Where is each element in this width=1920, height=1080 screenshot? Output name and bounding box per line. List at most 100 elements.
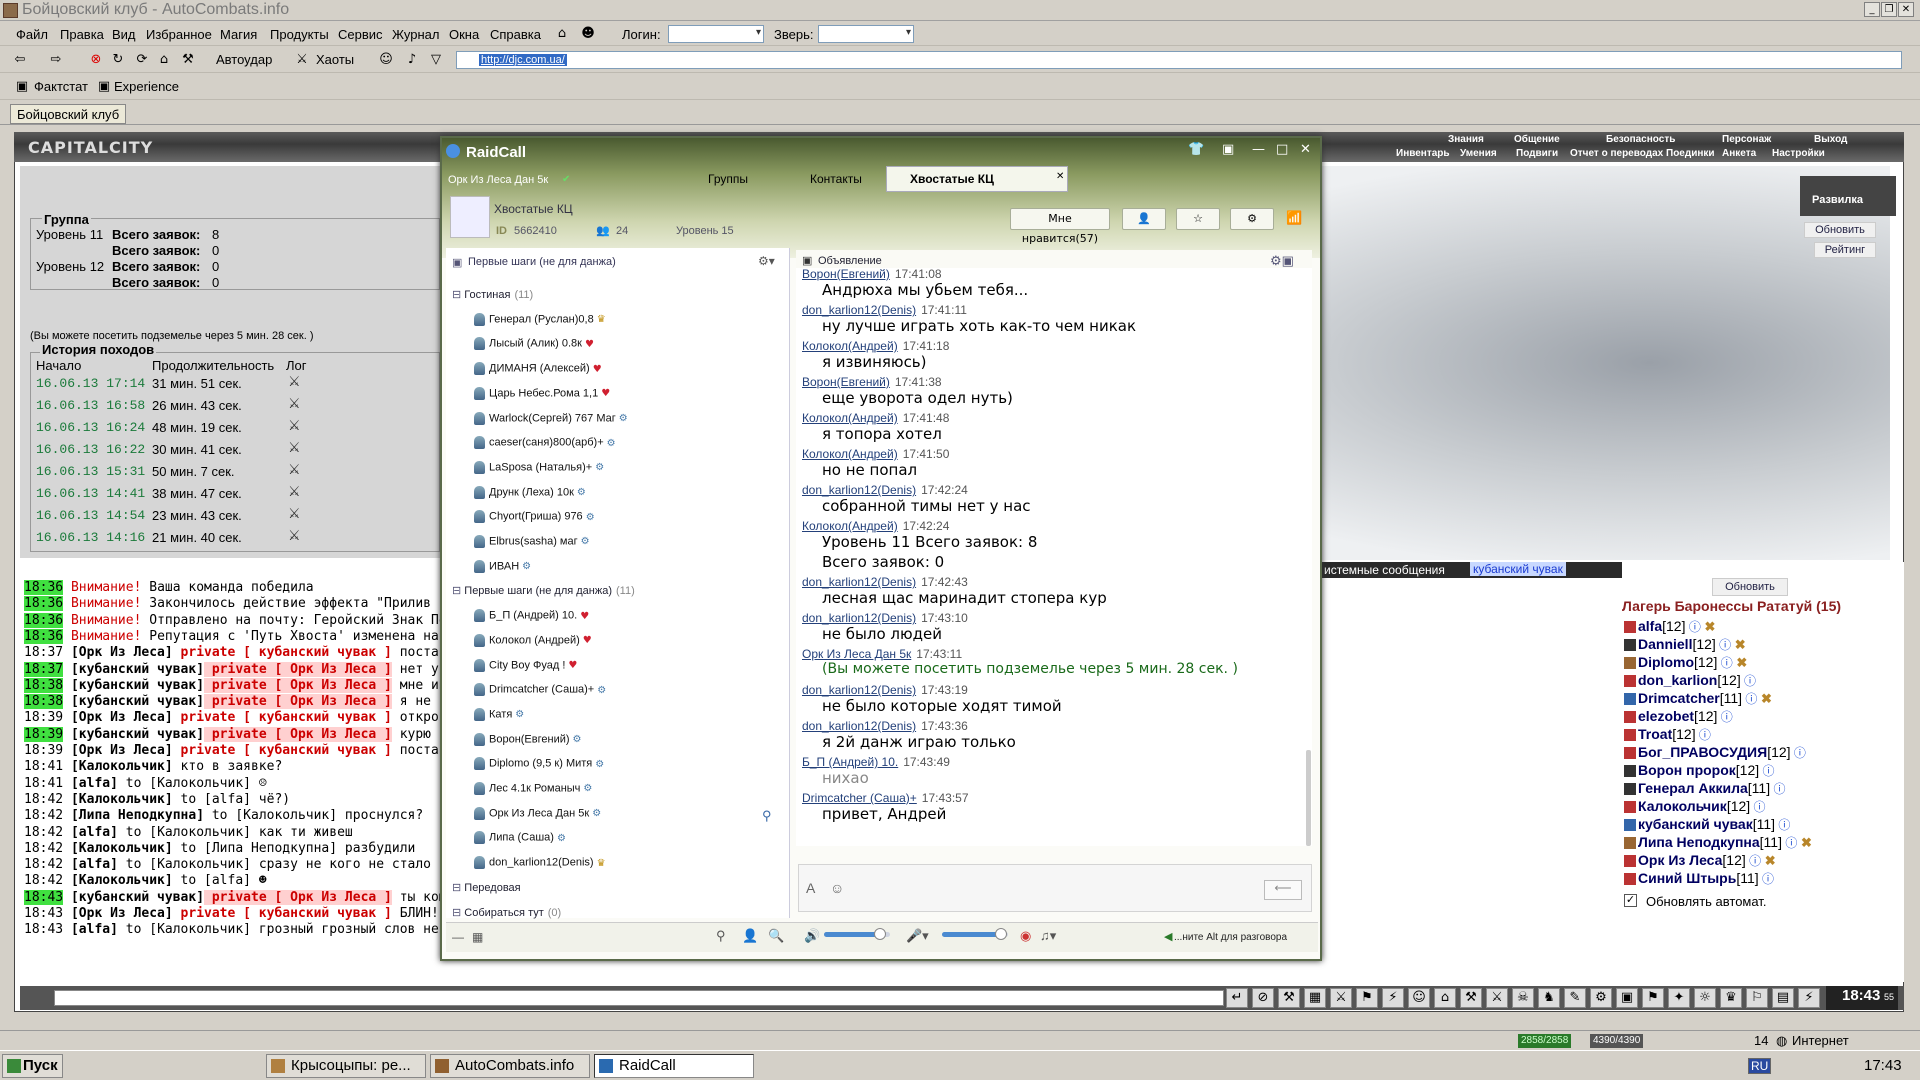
message-author[interactable]: Колокол(Андрей) [802,447,898,461]
task-button[interactable]: AutoCombats.info [430,1054,590,1078]
user-name[interactable]: Орк Из Леса Дан 5к [489,807,589,819]
camp-member[interactable]: don_karlion[12] ⓘ [1624,672,1756,689]
tab-close-icon[interactable]: ✕ [1056,171,1064,182]
menu-security[interactable]: Безопасность [1606,134,1675,145]
start-button[interactable]: Пуск [2,1054,63,1078]
send-button[interactable]: ⟵ [1264,880,1302,900]
attack-icon[interactable]: ✖ [1761,853,1776,868]
channel-toggle-icon[interactable]: ⊟ [452,585,464,597]
user-name[interactable]: Diplomo (9,5 к) Митя [489,758,592,770]
user-name[interactable]: Лысый (Алик) 0.8к [489,338,582,350]
channel-menu-icon[interactable]: ⚙▾ [758,254,775,268]
tab-fightclub[interactable]: Бойцовский клуб [10,104,127,124]
member-name[interactable]: Генерал Аккила [1638,780,1748,796]
chat-author[interactable]: [Калокольчик] [71,759,173,774]
tab-groups[interactable]: Группы [708,172,748,186]
message-author[interactable]: don_karlion12(Denis) [802,303,916,317]
chat-author[interactable]: [Калокольчик] [71,792,173,807]
message-author[interactable]: Ворон(Евгений) [802,267,890,281]
message-scrollbar[interactable] [1306,750,1311,846]
task-button[interactable]: Крысоцыпы: ре... [266,1054,426,1078]
announce-tools-icon[interactable]: ⚙▣ [1270,253,1294,269]
login-combo[interactable] [668,25,764,43]
tab-private-user[interactable]: кубанский чувак [1470,562,1566,576]
message-author[interactable]: Колокол(Андрей) [802,411,898,425]
camp-member[interactable]: кубанский чувак[11] ⓘ [1624,816,1790,833]
info-icon[interactable]: ⓘ [1746,854,1761,868]
camp-member[interactable]: elezobet[12] ⓘ [1624,708,1733,725]
menu-windows[interactable]: Окна [449,27,479,42]
battle-log-icon[interactable]: ⚔ [288,374,301,390]
info-icon[interactable]: ⓘ [1782,836,1797,850]
camp-member[interactable]: Калокольчик[12] ⓘ [1624,798,1766,815]
mic-icon[interactable]: 🎤▾ [906,928,929,944]
chat-author[interactable]: [Орк Из Леса] [71,743,173,758]
task-button-active[interactable]: RaidCall [594,1054,754,1078]
channel-user[interactable]: Elbrus(sasha) маг ⚙ [474,535,590,548]
member-name[interactable]: don_karlion [1638,672,1717,688]
user-name[interactable]: LaSposa (Наталья)+ [489,461,592,473]
user-name[interactable]: Генерал (Руслан)0,8 [489,313,594,325]
info-icon[interactable]: ⓘ [1696,728,1711,742]
channel-user[interactable]: Warlock(Сергей) 767 Маг ⚙ [474,411,628,425]
maximize-button[interactable]: ❐ [1881,2,1897,17]
user-name[interactable]: don_karlion12(Denis) [489,857,594,869]
battle-log-icon[interactable]: ⚔ [288,440,301,456]
member-name[interactable]: Синий Штырь [1638,870,1736,886]
camp-member[interactable]: Troat[12] ⓘ [1624,726,1711,743]
channel-item[interactable]: ⊟ Собираться тут (0) [452,906,561,919]
attack-icon[interactable]: ✖ [1701,619,1715,634]
skin-icon[interactable]: 👕 [1188,142,1204,157]
menu-settings[interactable]: Настройки [1772,148,1825,159]
camp-member[interactable]: Diplomo[12] ⓘ ✖ [1624,654,1747,671]
record-icon[interactable]: ◉ [1020,928,1031,944]
channel-user[interactable]: Царь Небес.Рома 1,1 ♥ [474,386,610,400]
rating-button[interactable]: Рейтинг [1814,242,1876,258]
address-input[interactable]: http://djc.com.ua/ [456,51,1902,69]
game-action-icon[interactable]: ☼ [1694,988,1716,1008]
volume-handle[interactable] [874,928,887,940]
channel-user[interactable]: City Boy Фуад ! ♥ [474,658,577,672]
game-action-icon[interactable]: ⚐ [1746,988,1768,1008]
channel-name[interactable]: Первые шаги (не для данжа) [464,585,612,597]
push-to-talk[interactable]: ...ните Alt для разговора [1174,932,1287,943]
member-name[interactable]: Орк Из Леса [1638,852,1722,868]
close-button[interactable]: ✕ [1898,2,1914,17]
pin-icon[interactable]: ⚲ [716,928,726,944]
game-action-icon[interactable]: ▤ [1772,988,1794,1008]
chat-author[interactable]: [кубанский чувак] [71,694,204,709]
chat-author[interactable]: [кубанский чувак] [71,727,204,742]
member-name[interactable]: Troat [1638,726,1672,742]
message-author[interactable]: don_karlion12(Denis) [802,483,916,497]
channel-name[interactable]: Передовая [464,882,520,894]
game-action-icon[interactable]: ▦ [1304,988,1326,1008]
camp-member[interactable]: Danniell[12] ⓘ ✖ [1624,636,1746,653]
message-author[interactable]: Drimcatcher (Саша)+ [802,791,917,805]
rc-maximize-button[interactable]: □ [1276,142,1288,157]
channel-user[interactable]: ИВАН ⚙ [474,559,531,573]
message-input[interactable] [798,864,1312,912]
auto-refresh-checkbox[interactable]: ✓ [1624,894,1637,907]
filter-icon[interactable]: ▽ [428,52,444,68]
rc-close-button[interactable]: ✕ [1300,142,1311,157]
game-action-icon[interactable]: ♛ [1720,988,1742,1008]
announce-tab[interactable]: Объявление [818,255,882,267]
music-icon[interactable]: ♫▾ [1040,928,1056,944]
language-indicator[interactable]: RU [1748,1058,1772,1074]
info-icon[interactable]: ⓘ [1742,692,1757,706]
camp-member[interactable]: Бог_ПРАВОСУДИЯ[12] ⓘ [1624,744,1806,761]
channel-user[interactable]: Diplomo (9,5 к) Митя ⚙ [474,757,604,771]
back-icon[interactable]: ⇦ [12,52,28,68]
chat-author[interactable]: [Орк Из Леса] [71,710,173,725]
user-name[interactable]: ИВАН [489,560,519,572]
chat-author[interactable]: [Калокольчик] [71,873,173,888]
info-icon[interactable]: ⓘ [1716,638,1731,652]
game-action-icon[interactable]: ⊘ [1252,988,1274,1008]
member-name[interactable]: Калокольчик [1638,798,1727,814]
channel-user[interactable]: LaSposa (Наталья)+ ⚙ [474,460,604,474]
chat-author[interactable]: [кубанский чувак] [71,678,204,693]
favorite-button[interactable]: ☆ [1176,208,1220,230]
like-button[interactable]: Мне нравится(57) [1010,208,1110,245]
menu-inventory[interactable]: Инвентарь [1396,148,1450,159]
game-action-icon[interactable]: ⚑ [1356,988,1378,1008]
